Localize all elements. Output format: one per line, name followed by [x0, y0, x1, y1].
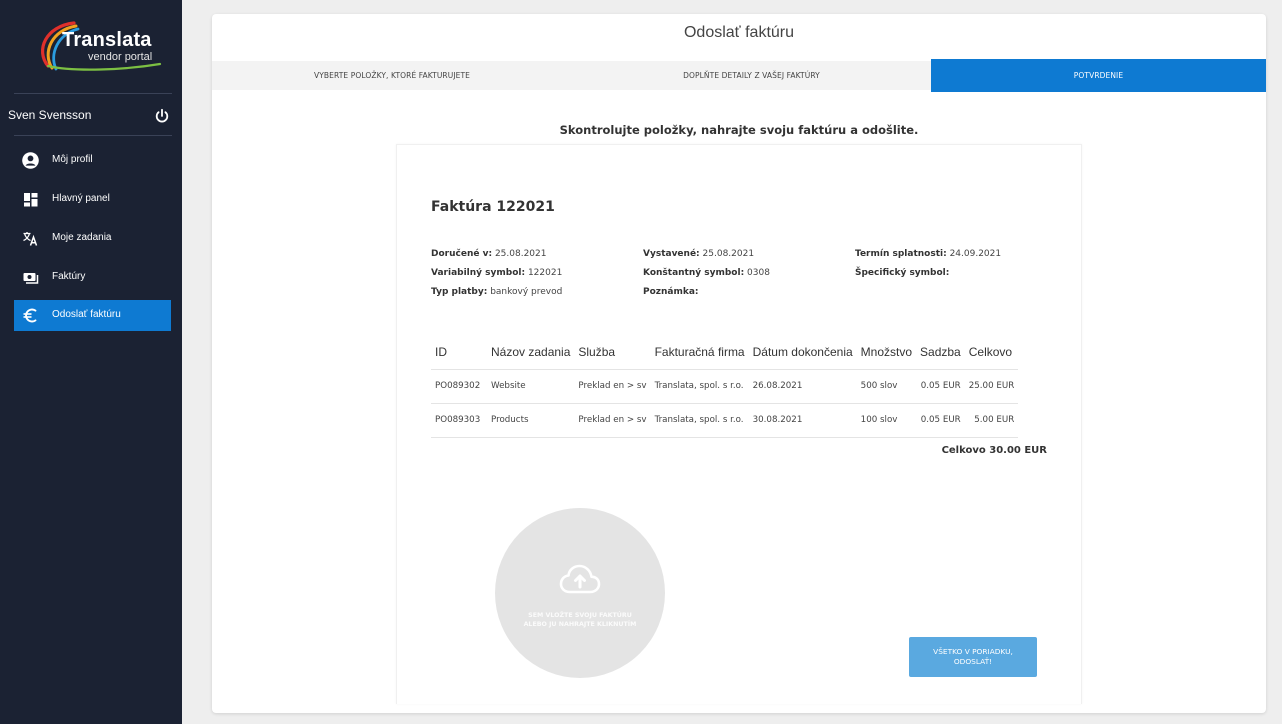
- sidebar-divider: [14, 93, 172, 94]
- invoice-title: Faktúra 122021: [431, 199, 555, 215]
- cell-completion-date: 26.08.2021: [748, 368, 857, 403]
- sidebar-item-label: Moje zadania: [52, 232, 112, 243]
- cell-task-name: Website: [487, 368, 575, 403]
- euro-icon: [23, 308, 37, 323]
- cell-company: Translata, spol. s r.o.: [650, 368, 749, 403]
- sidebar-item-label: Faktúry: [52, 271, 86, 282]
- received-date: Doručené v: 25.08.2021: [431, 249, 546, 259]
- step-fill-details[interactable]: DOPLŇTE DETAILY Z VAŠEJ FAKTÚRY: [572, 61, 931, 90]
- sidebar-item-my-tasks[interactable]: Moje zadania: [14, 223, 171, 254]
- issued-date: Vystavené: 25.08.2021: [643, 249, 754, 259]
- sidebar-item-invoices[interactable]: Faktúry: [14, 262, 171, 293]
- invoice-icon: [23, 273, 39, 284]
- payment-type: Typ platby: bankový prevod: [431, 287, 562, 297]
- cell-id: PO089302: [431, 368, 487, 403]
- column-header: Názov zadania: [491, 344, 571, 359]
- note: Poznámka:: [643, 287, 699, 297]
- translata-logo[interactable]: Translata vendor portal: [34, 20, 164, 72]
- confirm-send-button[interactable]: VŠETKO V PORIADKU, ODOSLAŤ!: [909, 637, 1037, 677]
- upload-line: ALEBO JU NAHRAJTE KLIKNUTÍM: [523, 621, 637, 628]
- user-name: Sven Svensson: [8, 108, 92, 122]
- due-label: Termín splatnosti:: [855, 249, 947, 259]
- table-header-row: ID Názov zadania Služba Fakturačná firma…: [431, 335, 1018, 369]
- cell-company: Translata, spol. s r.o.: [650, 402, 749, 438]
- constant-value: 0308: [747, 268, 770, 278]
- confirm-line: VŠETKO V PORIADKU,: [933, 647, 1013, 656]
- received-label: Doručené v:: [431, 249, 493, 259]
- cell-quantity: 500 slov: [856, 368, 917, 403]
- sidebar-item-send-invoice[interactable]: Odoslať faktúru: [14, 300, 171, 331]
- sidebar-item-my-profile[interactable]: Môj profil: [14, 145, 171, 176]
- stepper: VYBERTE POLOŽKY, KTORÉ FAKTURUJETE DOPLŇ…: [212, 59, 1266, 92]
- table-row: PO089302 Website Preklad en > sv Transla…: [431, 368, 1019, 403]
- user-row: Sven Svensson: [0, 100, 182, 134]
- page-title: Odoslať faktúru: [683, 24, 795, 41]
- items-table: ID Názov zadania Služba Fakturačná firma…: [431, 335, 1019, 438]
- sidebar-item-label: Odoslať faktúru: [52, 309, 121, 320]
- due-value: 24.09.2021: [949, 249, 1002, 259]
- dashboard-icon: [24, 193, 38, 207]
- received-value: 25.08.2021: [494, 249, 547, 259]
- cloud-upload-icon: [559, 564, 601, 594]
- issued-value: 25.08.2021: [702, 249, 755, 259]
- sidebar-item-label: Hlavný panel: [52, 193, 110, 204]
- cell-completion-date: 30.08.2021: [748, 402, 857, 438]
- step-select-items[interactable]: VYBERTE POLOŽKY, KTORÉ FAKTURUJETE: [212, 61, 572, 90]
- payment-value: bankový prevod: [490, 287, 563, 297]
- power-icon[interactable]: [154, 108, 170, 124]
- translate-icon: [23, 232, 38, 246]
- column-header: Sadzba: [920, 344, 961, 359]
- invoice-total: Celkovo 30.00 EUR: [941, 445, 1047, 456]
- logo-title: Translata: [62, 29, 152, 51]
- cell-id: PO089303: [431, 402, 487, 438]
- logo-subtitle: vendor portal: [88, 51, 153, 63]
- column-header: Dátum dokončenia: [752, 344, 853, 359]
- invoice-upload-dropzone[interactable]: SEM VLOŽTE SVOJU FAKTÚRU ALEBO JU NAHRAJ…: [495, 508, 665, 678]
- upload-instructions: SEM VLOŽTE SVOJU FAKTÚRU ALEBO JU NAHRAJ…: [495, 611, 665, 629]
- sidebar-item-label: Môj profil: [52, 154, 93, 165]
- main-panel: Odoslať faktúru VYBERTE POLOŽKY, KTORÉ F…: [212, 14, 1266, 713]
- variable-symbol: Variabilný symbol: 122021: [431, 268, 562, 278]
- instruction-text: Skontrolujte položky, nahrajte svoju fak…: [559, 123, 919, 137]
- variable-label: Variabilný symbol:: [431, 268, 526, 278]
- confirm-line: ODOSLAŤ!: [953, 657, 993, 666]
- cell-service: Preklad en > sv: [574, 368, 651, 403]
- column-header: ID: [435, 344, 447, 359]
- cell-rate: 0.05 EUR: [916, 368, 965, 403]
- cell-rate: 0.05 EUR: [916, 402, 965, 438]
- column-header: Fakturačná firma: [654, 344, 745, 359]
- cell-total: 25.00 EUR: [964, 368, 1019, 403]
- payment-label: Typ platby:: [431, 287, 488, 297]
- column-header: Množstvo: [860, 344, 913, 359]
- invoice-card: Faktúra 122021 Doručené v: 25.08.2021 Vy…: [396, 144, 1082, 704]
- note-label: Poznámka:: [643, 287, 699, 297]
- due-date: Termín splatnosti: 24.09.2021: [855, 249, 1001, 259]
- cell-total: 5.00 EUR: [964, 402, 1019, 438]
- cell-task-name: Products: [487, 402, 575, 438]
- table-row: PO089303 Products Preklad en > sv Transl…: [431, 402, 1019, 438]
- sidebar: Translata vendor portal Sven Svensson Mô…: [0, 0, 182, 724]
- cell-quantity: 100 slov: [856, 402, 917, 438]
- step-confirmation[interactable]: POTVRDENIE: [931, 59, 1266, 92]
- variable-value: 122021: [527, 268, 563, 278]
- specific-symbol: Špecifický symbol:: [855, 268, 949, 278]
- sidebar-item-dashboard[interactable]: Hlavný panel: [14, 184, 171, 215]
- specific-label: Špecifický symbol:: [855, 268, 950, 278]
- cell-service: Preklad en > sv: [574, 402, 651, 438]
- sidebar-divider: [14, 135, 172, 136]
- upload-line: SEM VLOŽTE SVOJU FAKTÚRU: [528, 612, 632, 619]
- issued-label: Vystavené:: [643, 249, 700, 259]
- column-header: Služba: [578, 344, 616, 359]
- constant-symbol: Konštantný symbol: 0308: [643, 268, 770, 278]
- column-header: Celkovo: [968, 344, 1013, 359]
- constant-label: Konštantný symbol:: [643, 268, 745, 278]
- user-circle-icon: [22, 152, 39, 169]
